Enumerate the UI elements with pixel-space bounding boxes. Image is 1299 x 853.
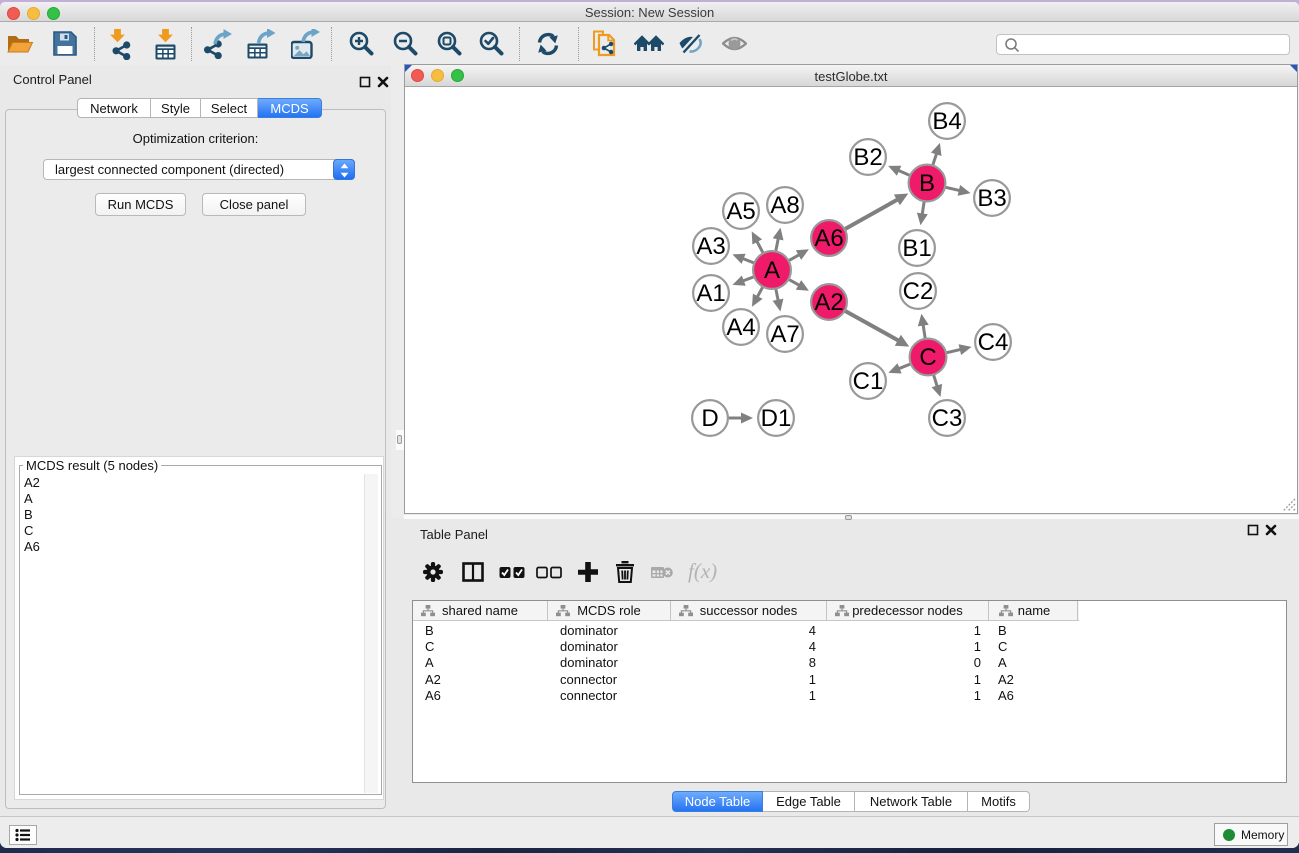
- svg-text:B1: B1: [902, 235, 931, 262]
- svg-text:B3: B3: [977, 185, 1006, 212]
- svg-text:C2: C2: [903, 278, 934, 305]
- svg-text:A8: A8: [770, 192, 799, 219]
- svg-text:A4: A4: [726, 314, 755, 341]
- svg-text:A3: A3: [696, 233, 725, 260]
- svg-text:D1: D1: [761, 405, 792, 432]
- svg-text:A: A: [764, 257, 780, 284]
- svg-text:C3: C3: [932, 405, 963, 432]
- svg-text:D: D: [701, 405, 718, 432]
- svg-text:A6: A6: [814, 225, 843, 252]
- svg-text:A1: A1: [696, 280, 725, 307]
- svg-text:A7: A7: [770, 321, 799, 348]
- svg-text:B4: B4: [932, 108, 961, 135]
- svg-text:C4: C4: [978, 329, 1009, 356]
- svg-text:C1: C1: [853, 368, 884, 395]
- svg-text:B: B: [919, 170, 935, 197]
- svg-text:A5: A5: [726, 198, 755, 225]
- svg-text:C: C: [919, 344, 936, 371]
- svg-text:A2: A2: [814, 289, 843, 316]
- svg-text:B2: B2: [853, 144, 882, 171]
